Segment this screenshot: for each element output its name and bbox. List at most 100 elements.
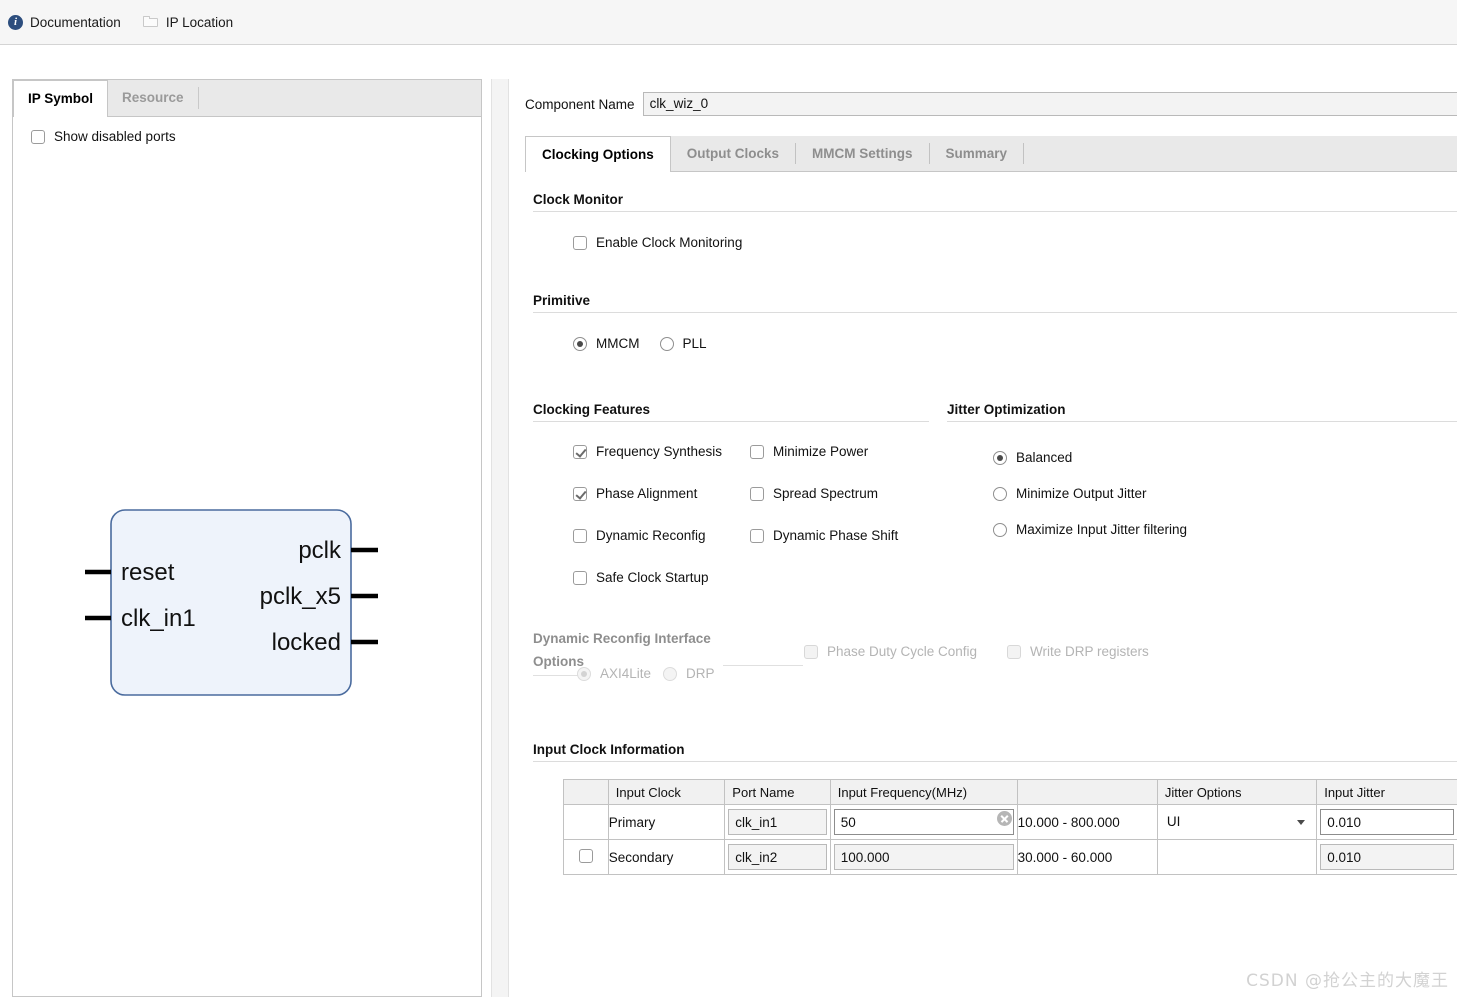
primitive-section: Primitive MMCM PLL xyxy=(533,293,1457,351)
dynamic-reconfig-interface-section: Dynamic Reconfig Interface Options AXI4L… xyxy=(533,627,1457,697)
row-primary-jitter-options-cell: UI xyxy=(1156,804,1318,840)
minimize-power-checkbox[interactable] xyxy=(750,444,764,459)
tab-clocking-options[interactable]: Clocking Options xyxy=(525,136,671,172)
row-secondary-jitter-options[interactable] xyxy=(1161,844,1313,870)
config-tab-divider-3 xyxy=(1023,143,1025,164)
primitive-option-pll[interactable]: PLL xyxy=(659,336,707,351)
feature-dynamic-reconfig[interactable]: Dynamic Reconfig xyxy=(573,528,706,543)
row-primary-input-frequency[interactable]: 50 xyxy=(833,809,1014,835)
show-disabled-ports-row[interactable]: Show disabled ports xyxy=(13,117,481,144)
ip-symbol-panel: IP Symbol Resource Show disabled ports r… xyxy=(12,79,482,997)
row-primary-input-jitter-cell: 0.010 xyxy=(1316,804,1457,840)
row-secondary-input-frequency[interactable]: 100.000 xyxy=(833,844,1014,870)
clocking-features-section: Clocking Features Frequency Synthesis Ph… xyxy=(533,402,929,604)
tab-resource[interactable]: Resource xyxy=(108,80,198,116)
jitter-minimize-output-radio[interactable] xyxy=(993,486,1007,501)
tab-output-clocks-label: Output Clocks xyxy=(686,146,780,161)
axi4lite-radio[interactable] xyxy=(577,666,591,681)
table-row: Secondary clk_in2 100.000 30.000 - 60.00… xyxy=(563,839,1457,875)
dynamic-reconfig-rule-right xyxy=(723,665,803,666)
tab-mmcm-settings-label: MMCM Settings xyxy=(812,146,913,161)
primitive-option-mmcm[interactable]: MMCM xyxy=(573,336,640,351)
clock-monitor-section: Clock Monitor Enable Clock Monitoring xyxy=(533,192,1457,250)
jitter-option-maximize-input[interactable]: Maximize Input Jitter filtering xyxy=(993,522,1187,537)
input-clock-information-rule xyxy=(533,761,1457,762)
phase-duty-cycle-config-checkbox[interactable] xyxy=(804,644,818,659)
row-primary-jitter-options[interactable]: UI xyxy=(1161,809,1313,835)
phase-alignment-checkbox[interactable] xyxy=(573,486,587,501)
tab-summary[interactable]: Summary xyxy=(930,136,1024,171)
feature-phase-alignment[interactable]: Phase Alignment xyxy=(573,486,697,501)
safe-clock-startup-checkbox[interactable] xyxy=(573,570,587,585)
primitive-pll-radio[interactable] xyxy=(659,336,674,351)
dynamic-reconfig-title-line1: Dynamic Reconfig Interface xyxy=(533,631,711,646)
dynamic-reconfig-checkbox[interactable] xyxy=(573,528,587,543)
documentation-label: Documentation xyxy=(30,14,121,30)
dynamic-reconfig-rule-left xyxy=(533,675,583,676)
feature-dynamic-phase-shift[interactable]: Dynamic Phase Shift xyxy=(750,528,898,543)
row-secondary-port-name[interactable]: clk_in2 xyxy=(728,844,827,870)
clocking-features-title: Clocking Features xyxy=(533,402,651,417)
minimize-power-label: Minimize Power xyxy=(773,444,869,459)
tab-output-clocks[interactable]: Output Clocks xyxy=(671,136,795,171)
row-secondary-input-jitter[interactable]: 0.010 xyxy=(1320,844,1454,870)
row-secondary-jitter-options-cell xyxy=(1156,839,1318,875)
component-name-input[interactable] xyxy=(642,92,1457,116)
jitter-balanced-radio[interactable] xyxy=(993,450,1007,465)
feature-spread-spectrum[interactable]: Spread Spectrum xyxy=(750,486,878,501)
primitive-mmcm-label: MMCM xyxy=(596,336,640,351)
dynamic-reconfig-option-axi4lite[interactable]: AXI4Lite xyxy=(577,666,651,681)
row-primary-port-name[interactable]: clk_in1 xyxy=(728,809,827,835)
jitter-optimization-section: Jitter Optimization Balanced Minimize Ou… xyxy=(947,402,1457,570)
top-toolbar: i Documentation IP Location xyxy=(0,0,1457,45)
show-disabled-ports-label: Show disabled ports xyxy=(54,129,176,144)
primitive-rule xyxy=(533,312,1457,313)
tab-resource-label: Resource xyxy=(122,90,184,105)
row-primary-frequency-cell: 50 xyxy=(829,804,1018,840)
jitter-maximize-input-radio[interactable] xyxy=(993,522,1007,537)
spread-spectrum-checkbox[interactable] xyxy=(750,486,764,501)
ip-location-button[interactable]: IP Location xyxy=(142,15,233,30)
row-secondary-select-cell[interactable] xyxy=(563,839,609,875)
feature-safe-clock-startup[interactable]: Safe Clock Startup xyxy=(573,570,709,585)
tab-ip-symbol[interactable]: IP Symbol xyxy=(13,80,109,117)
drp-radio[interactable] xyxy=(663,666,677,681)
tab-divider xyxy=(197,87,199,109)
tab-mmcm-settings[interactable]: MMCM Settings xyxy=(796,136,929,171)
symbol-output-label-locked: locked xyxy=(272,629,341,656)
jitter-optimization-rule xyxy=(947,421,1457,422)
table-row: Primary clk_in1 50 10.000 - 800.000 UI 0… xyxy=(563,804,1457,840)
jitter-option-balanced[interactable]: Balanced xyxy=(993,450,1072,465)
feature-frequency-synthesis[interactable]: Frequency Synthesis xyxy=(573,444,722,459)
clear-icon[interactable] xyxy=(996,811,1012,826)
clocking-wizard-window: i Documentation IP Location IP Symbol Re… xyxy=(0,0,1457,997)
dynamic-reconfig-option-drp[interactable]: DRP xyxy=(663,666,715,681)
row-primary-jitter-options-value: UI xyxy=(1166,814,1181,829)
symbol-input-label-clk-in1: clk_in1 xyxy=(121,605,196,632)
row-primary-frequency-range: 10.000 - 800.000 xyxy=(1016,804,1158,840)
documentation-button[interactable]: i Documentation xyxy=(8,14,121,30)
clocking-features-rule xyxy=(533,421,929,422)
secondary-clock-checkbox[interactable] xyxy=(578,848,593,863)
show-disabled-ports-checkbox[interactable] xyxy=(31,129,45,144)
row-primary-input-jitter[interactable]: 0.010 xyxy=(1320,809,1454,835)
phase-duty-cycle-config-row[interactable]: Phase Duty Cycle Config xyxy=(804,644,977,659)
write-drp-registers-checkbox[interactable] xyxy=(1007,644,1021,659)
jitter-option-minimize-output[interactable]: Minimize Output Jitter xyxy=(993,486,1147,501)
col-header-input-frequency: Input Frequency(MHz) xyxy=(829,779,1018,805)
enable-clock-monitoring-checkbox[interactable] xyxy=(573,235,587,250)
write-drp-registers-row[interactable]: Write DRP registers xyxy=(1007,644,1149,659)
primitive-mmcm-radio[interactable] xyxy=(573,336,587,351)
enable-clock-monitoring-row[interactable]: Enable Clock Monitoring xyxy=(573,235,1457,250)
row-primary-port-name-cell: clk_in1 xyxy=(724,804,831,840)
frequency-synthesis-checkbox[interactable] xyxy=(573,444,587,459)
dynamic-phase-shift-checkbox[interactable] xyxy=(750,528,764,543)
input-clock-table: Input Clock Port Name Input Frequency(MH… xyxy=(563,779,1457,875)
panel-splitter[interactable] xyxy=(491,79,509,997)
jitter-minimize-output-label: Minimize Output Jitter xyxy=(1016,486,1147,501)
row-secondary-input-clock: Secondary xyxy=(607,839,726,875)
feature-minimize-power[interactable]: Minimize Power xyxy=(750,444,868,459)
frequency-synthesis-label: Frequency Synthesis xyxy=(596,444,723,459)
chevron-down-icon[interactable] xyxy=(1297,820,1306,825)
info-icon: i xyxy=(8,14,23,30)
